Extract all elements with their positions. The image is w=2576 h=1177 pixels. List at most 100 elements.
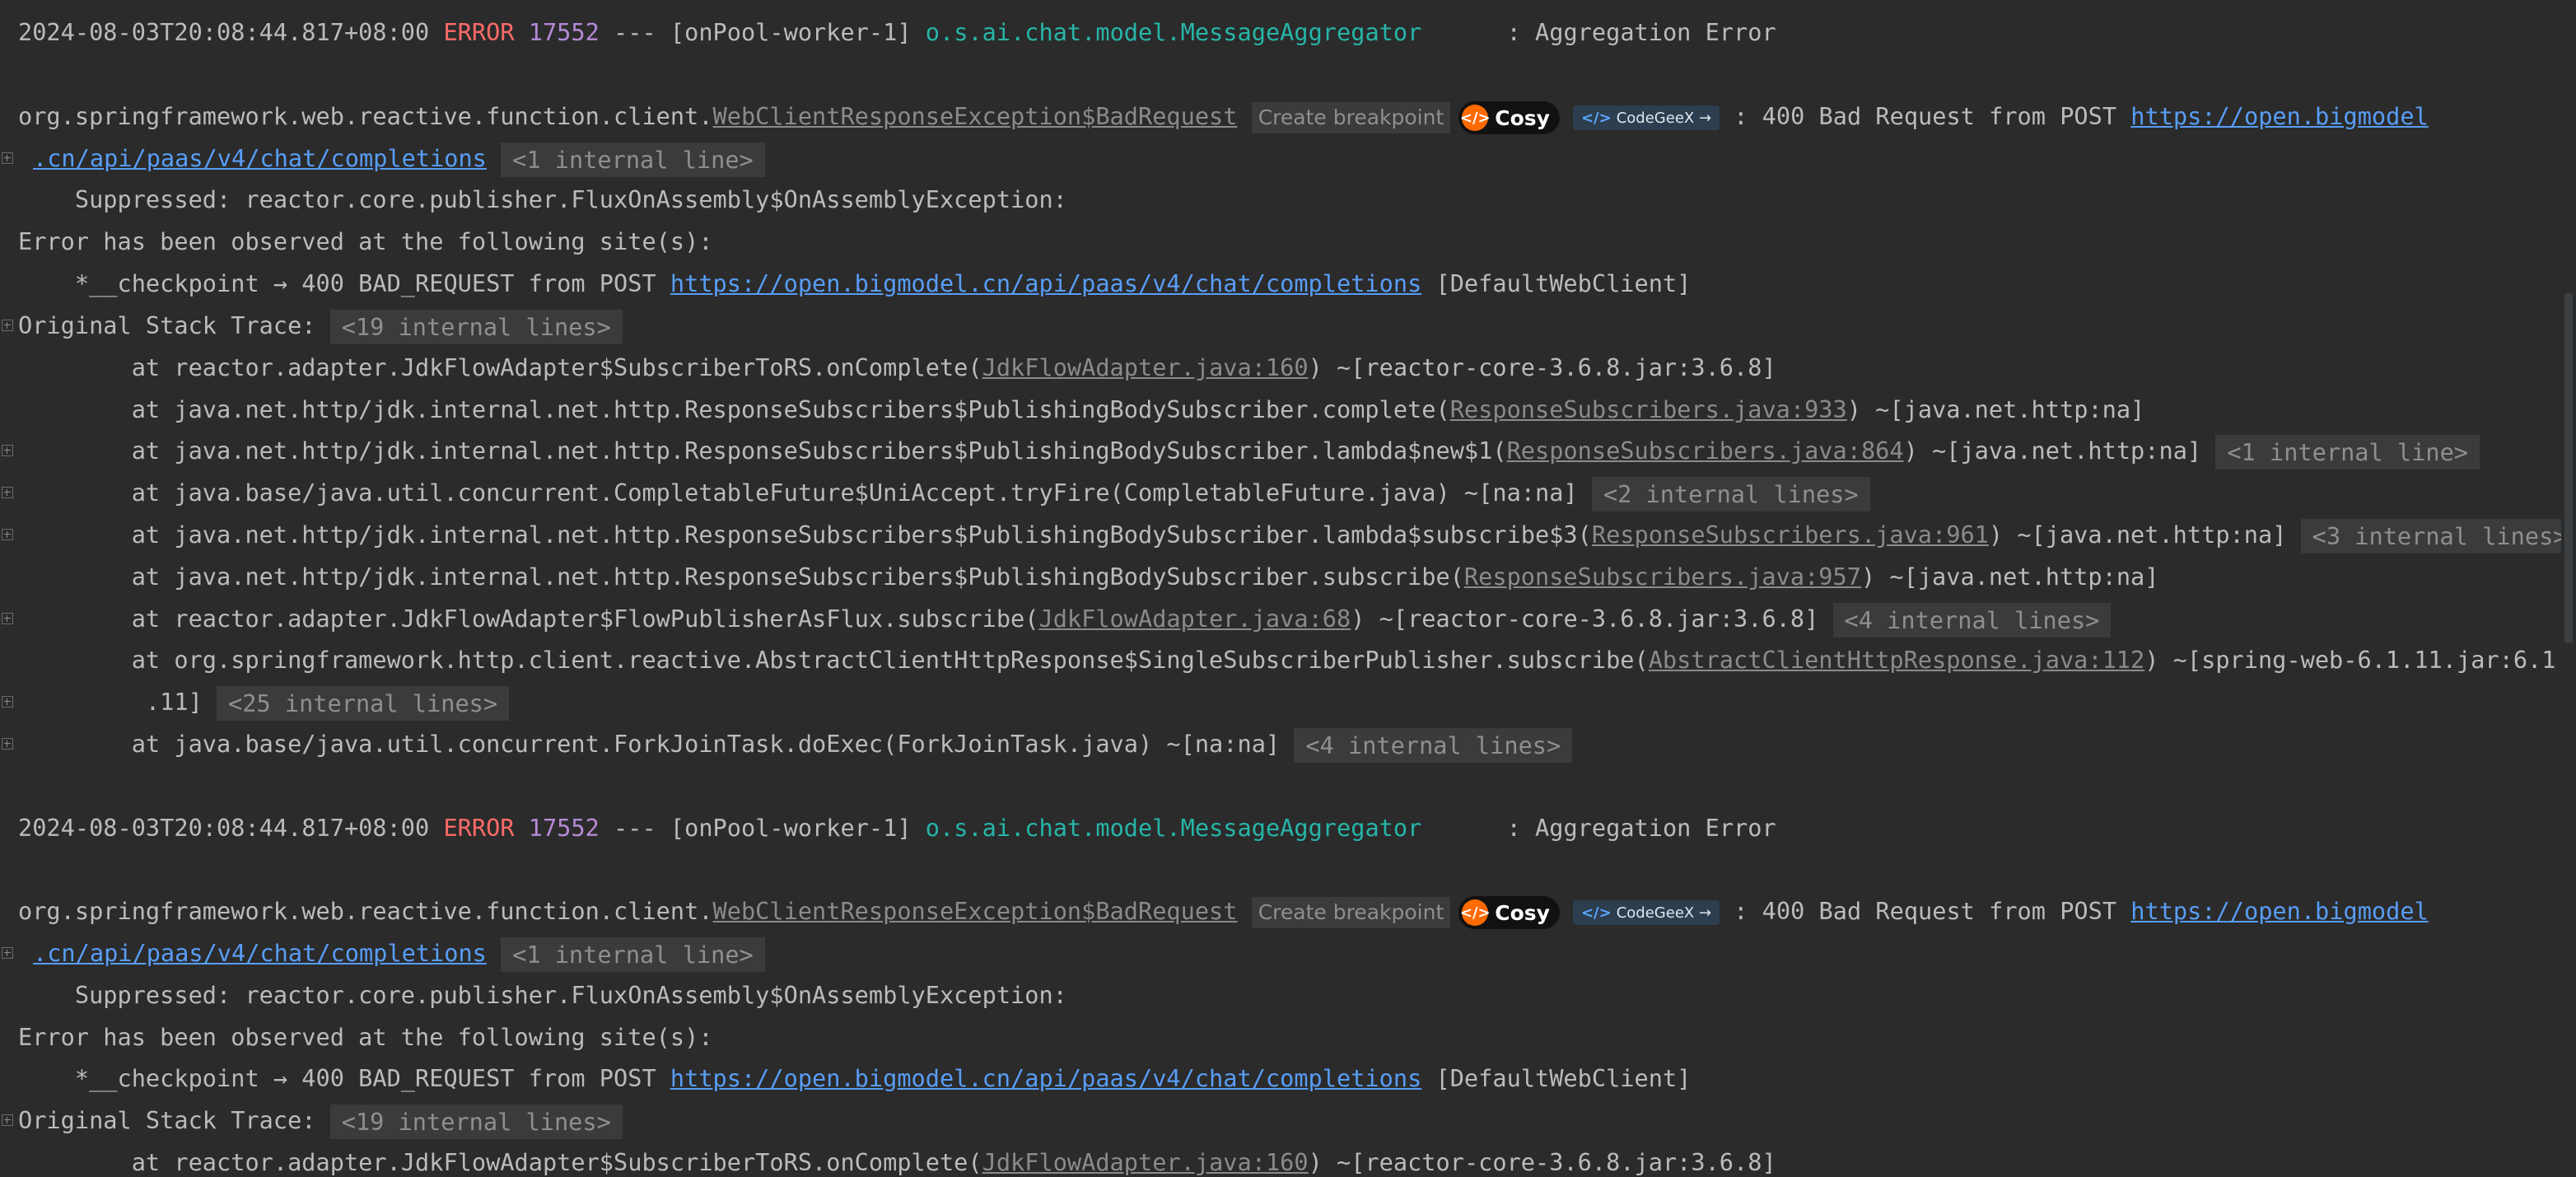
exception-line: org.springframework.web.reactive.functio… <box>0 890 2561 932</box>
frame-source-link[interactable]: ResponseSubscribers.java:961 <box>1592 521 1989 549</box>
folded-lines[interactable]: <4 internal lines> <box>1294 728 1573 763</box>
fold-expand-icon[interactable] <box>2 445 13 456</box>
frame-library: ) ~[java.net.http:na] <box>1988 521 2301 549</box>
checkpoint-url-link[interactable]: https://open.bigmodel.cn/api/paas/v4/cha… <box>670 1064 1421 1092</box>
exception-message: : 400 Bad Request from POST <box>1720 102 2131 130</box>
fold-expand-icon[interactable] <box>2 487 13 498</box>
create-breakpoint-button[interactable]: Create breakpoint <box>1251 102 1451 133</box>
fold-expand-icon[interactable] <box>2 738 13 750</box>
frame-library: ) ~[java.net.http:na] <box>1846 395 2145 423</box>
create-breakpoint-button[interactable]: Create breakpoint <box>1251 897 1451 928</box>
frame-method: at reactor.adapter.JdkFlowAdapter$FlowPu… <box>18 605 1039 633</box>
checkpoint-url-link[interactable]: https://open.bigmodel.cn/api/paas/v4/cha… <box>670 269 1421 297</box>
stack-frame: at reactor.adapter.JdkFlowAdapter$Subscr… <box>0 347 2561 389</box>
codegeex-label: CodeGeeX → <box>1616 109 1712 127</box>
exception-class-link[interactable]: WebClientResponseException$BadRequest <box>713 897 1238 925</box>
vertical-scrollbar[interactable] <box>2561 0 2576 1177</box>
frame-library: ) ~[reactor-core-3.6.8.jar:3.6.8] <box>1351 605 1833 633</box>
folded-lines[interactable]: <1 internal line> <box>501 937 765 972</box>
frame-method: at org.springframework.http.client.react… <box>18 646 1649 674</box>
fold-expand-icon[interactable] <box>2 529 13 540</box>
stack-frame: at reactor.adapter.JdkFlowAdapter$FlowPu… <box>0 598 2561 640</box>
stack-frame: at java.net.http/jdk.internal.net.http.R… <box>0 389 2561 431</box>
exception-url-link[interactable]: https://open.bigmodel <box>2130 897 2429 925</box>
frame-source-link[interactable]: JdkFlowAdapter.java:160 <box>982 353 1309 381</box>
log-thread: --- [onPool-worker-1] <box>599 18 926 46</box>
frame-method: at reactor.adapter.JdkFlowAdapter$Subscr… <box>18 353 982 381</box>
frame-method: at java.net.http/jdk.internal.net.http.R… <box>18 563 1464 591</box>
suppressed-line: Suppressed: reactor.core.publisher.FluxO… <box>0 974 2561 1016</box>
exception-url-link[interactable]: https://open.bigmodel <box>2130 102 2429 130</box>
folded-lines[interactable]: <19 internal lines> <box>329 1105 623 1139</box>
exception-url-link-continued[interactable]: .cn/api/paas/v4/chat/completions <box>33 939 487 967</box>
frame-source-link[interactable]: AbstractClientHttpResponse.java:112 <box>1649 646 2145 674</box>
folded-lines[interactable]: <2 internal lines> <box>1591 477 1870 511</box>
stack-frame: at java.net.http/jdk.internal.net.http.R… <box>0 514 2561 556</box>
frame-method: at java.net.http/jdk.internal.net.http.R… <box>18 437 1507 465</box>
fold-expand-icon[interactable] <box>2 613 13 624</box>
folded-lines[interactable]: <1 internal line> <box>501 142 765 177</box>
exception-package: org.springframework.web.reactive.functio… <box>18 897 713 925</box>
suppressed-text: Suppressed: reactor.core.publisher.FluxO… <box>18 185 1067 213</box>
frame-method: at java.net.http/jdk.internal.net.http.R… <box>18 521 1592 549</box>
folded-lines[interactable]: <1 internal line> <box>2215 435 2480 469</box>
original-stack-line: Original Stack Trace: <19 internal lines… <box>0 305 2561 347</box>
stack-frame: at java.net.http/jdk.internal.net.http.R… <box>0 430 2561 472</box>
codegeex-logo-icon: </> <box>1580 904 1612 922</box>
stack-frame: at java.base/java.util.concurrent.ForkJo… <box>0 723 2561 765</box>
checkpoint-line: *__checkpoint → 400 BAD_REQUEST from POS… <box>0 263 2561 305</box>
frame-library: ) ~[spring-web-6.1.11.jar:6.1 <box>2144 646 2556 674</box>
stack-frame: at org.springframework.http.client.react… <box>0 639 2561 681</box>
log-level: ERROR <box>443 814 515 842</box>
frame-library: ) ~[java.net.http:na] <box>1903 437 2216 465</box>
folded-lines[interactable]: <19 internal lines> <box>329 310 623 344</box>
frame-method: at reactor.adapter.JdkFlowAdapter$Subscr… <box>18 1148 982 1176</box>
original-stack-label: Original Stack Trace: <box>18 311 330 339</box>
console-output[interactable]: 2024-08-03T20:08:44.817+08:00 ERROR 1755… <box>0 0 2561 1177</box>
log-level: ERROR <box>443 18 515 46</box>
fold-expand-icon[interactable] <box>2 696 13 708</box>
observed-text: Error has been observed at the following… <box>18 1023 713 1051</box>
cosy-button[interactable]: </> Cosy <box>1458 101 1560 134</box>
cosy-logo-icon: </> <box>1460 105 1491 131</box>
fold-expand-icon[interactable] <box>2 320 13 331</box>
frame-method: at java.base/java.util.concurrent.Comple… <box>18 479 1592 507</box>
checkpoint-suffix: [DefaultWebClient] <box>1421 269 1692 297</box>
checkpoint-suffix: [DefaultWebClient] <box>1421 1064 1692 1092</box>
exception-class-link[interactable]: WebClientResponseException$BadRequest <box>713 102 1238 130</box>
observed-line: Error has been observed at the following… <box>0 1016 2561 1058</box>
original-stack-label: Original Stack Trace: <box>18 1106 330 1134</box>
log-logger[interactable]: o.s.ai.chat.model.MessageAggregator <box>926 814 1422 842</box>
suppressed-line: Suppressed: reactor.core.publisher.FluxO… <box>0 179 2561 221</box>
codegeex-button[interactable]: </> CodeGeeX → <box>1572 900 1720 925</box>
folded-lines[interactable]: <4 internal lines> <box>1832 603 2112 638</box>
fold-expand-icon[interactable] <box>2 152 13 164</box>
frame-source-link[interactable]: JdkFlowAdapter.java:160 <box>982 1148 1309 1176</box>
codegeex-button[interactable]: </> CodeGeeX → <box>1572 105 1720 130</box>
frame-source-link[interactable]: JdkFlowAdapter.java:68 <box>1038 605 1351 633</box>
fold-expand-icon[interactable] <box>2 1114 13 1126</box>
frame-source-link[interactable]: ResponseSubscribers.java:933 <box>1450 395 1847 423</box>
folded-lines[interactable]: <3 internal lines> <box>2300 519 2561 553</box>
log-timestamp: 2024-08-03T20:08:44.817+08:00 <box>18 18 430 46</box>
exception-line: org.springframework.web.reactive.functio… <box>0 96 2561 138</box>
log-logger[interactable]: o.s.ai.chat.model.MessageAggregator <box>926 18 1422 46</box>
stack-frame: at reactor.adapter.JdkFlowAdapter$Subscr… <box>0 1142 2561 1177</box>
frame-source-link[interactable]: ResponseSubscribers.java:864 <box>1507 437 1904 465</box>
fold-expand-icon[interactable] <box>2 947 13 959</box>
exception-url-continuation: .cn/api/paas/v4/chat/completions <1 inte… <box>0 138 2561 180</box>
cosy-button[interactable]: </> Cosy <box>1458 896 1560 929</box>
log-thread: --- [onPool-worker-1] <box>599 814 926 842</box>
checkpoint-prefix: *__checkpoint → 400 BAD_REQUEST from POS… <box>18 269 670 297</box>
exception-url-continuation: .cn/api/paas/v4/chat/completions <1 inte… <box>0 932 2561 974</box>
folded-lines[interactable]: <25 internal lines> <box>217 686 510 721</box>
log-message: : Aggregation Error <box>1421 18 1776 46</box>
cosy-logo-icon: </> <box>1460 899 1491 926</box>
scrollbar-thumb[interactable] <box>2564 293 2573 643</box>
stack-frame: at java.base/java.util.concurrent.Comple… <box>0 472 2561 514</box>
frame-source-link[interactable]: ResponseSubscribers.java:957 <box>1464 563 1861 591</box>
frame-library: ) ~[reactor-core-3.6.8.jar:3.6.8] <box>1308 1148 1776 1176</box>
exception-url-link-continued[interactable]: .cn/api/paas/v4/chat/completions <box>33 144 487 172</box>
frame-library: ) ~[reactor-core-3.6.8.jar:3.6.8] <box>1308 353 1776 381</box>
exception-message: : 400 Bad Request from POST <box>1720 897 2131 925</box>
